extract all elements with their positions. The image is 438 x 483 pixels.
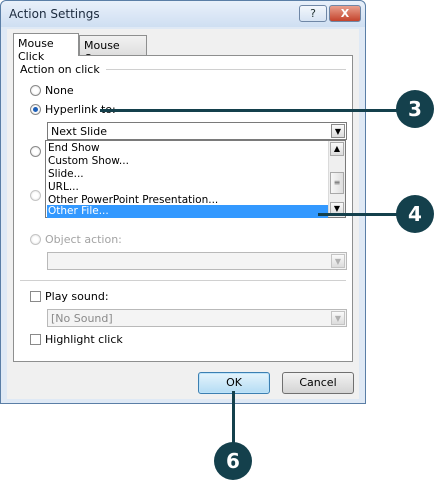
run-macro-radio[interactable] (30, 190, 41, 201)
help-button[interactable]: ? (299, 5, 327, 22)
callout-3-line (100, 109, 400, 112)
list-item[interactable]: Custom Show... (48, 155, 129, 168)
callout-3: 3 (396, 90, 434, 128)
run-program-radio[interactable] (30, 146, 41, 157)
object-action-label: Object action: (45, 233, 122, 246)
list-item[interactable]: Slide... (48, 168, 84, 181)
callout-6: 6 (214, 442, 252, 480)
hyperlink-dropdown-list[interactable]: End Show Custom Show... Slide... URL... … (45, 140, 346, 218)
play-sound-combo[interactable]: [No Sound] ▼ (47, 309, 347, 327)
none-label: None (45, 84, 74, 97)
highlight-click-label: Highlight click (45, 333, 123, 346)
callout-6-line (232, 391, 235, 445)
group-divider (106, 69, 346, 70)
window-title: Action Settings (9, 7, 100, 21)
section-divider (20, 280, 346, 281)
title-bar[interactable]: Action Settings ? X (1, 1, 365, 27)
none-radio[interactable] (30, 85, 41, 96)
scroll-thumb[interactable]: ≡ (330, 172, 344, 194)
object-action-combo[interactable]: ▼ (47, 252, 347, 270)
callout-4-line (318, 213, 400, 216)
chevron-up-icon[interactable]: ▲ (330, 142, 344, 156)
play-sound-value: [No Sound] (51, 312, 113, 325)
highlight-click-checkbox[interactable] (30, 334, 41, 345)
list-item-selected[interactable]: Other File... (47, 205, 328, 218)
tab-mouse-over[interactable]: Mouse Over (79, 35, 147, 65)
list-item[interactable]: End Show (48, 142, 100, 155)
list-scrollbar[interactable]: ▲ ≡ ▼ (328, 141, 345, 217)
chevron-down-icon[interactable]: ▼ (331, 254, 345, 268)
object-action-radio[interactable] (30, 234, 41, 245)
play-sound-label: Play sound: (45, 290, 109, 303)
chevron-down-icon[interactable]: ▼ (331, 124, 345, 138)
hyperlink-radio[interactable] (30, 104, 41, 115)
list-item[interactable]: URL... (48, 181, 79, 194)
hyperlink-value: Next Slide (51, 125, 107, 138)
close-button[interactable]: X (329, 5, 361, 22)
group-label: Action on click (20, 63, 100, 76)
tab-mouse-click[interactable]: Mouse Click (13, 33, 79, 63)
play-sound-checkbox[interactable] (30, 291, 41, 302)
hyperlink-combo[interactable]: Next Slide ▼ (47, 122, 347, 140)
cancel-button[interactable]: Cancel (282, 372, 354, 394)
chevron-down-icon[interactable]: ▼ (331, 311, 345, 325)
callout-4: 4 (396, 195, 434, 233)
